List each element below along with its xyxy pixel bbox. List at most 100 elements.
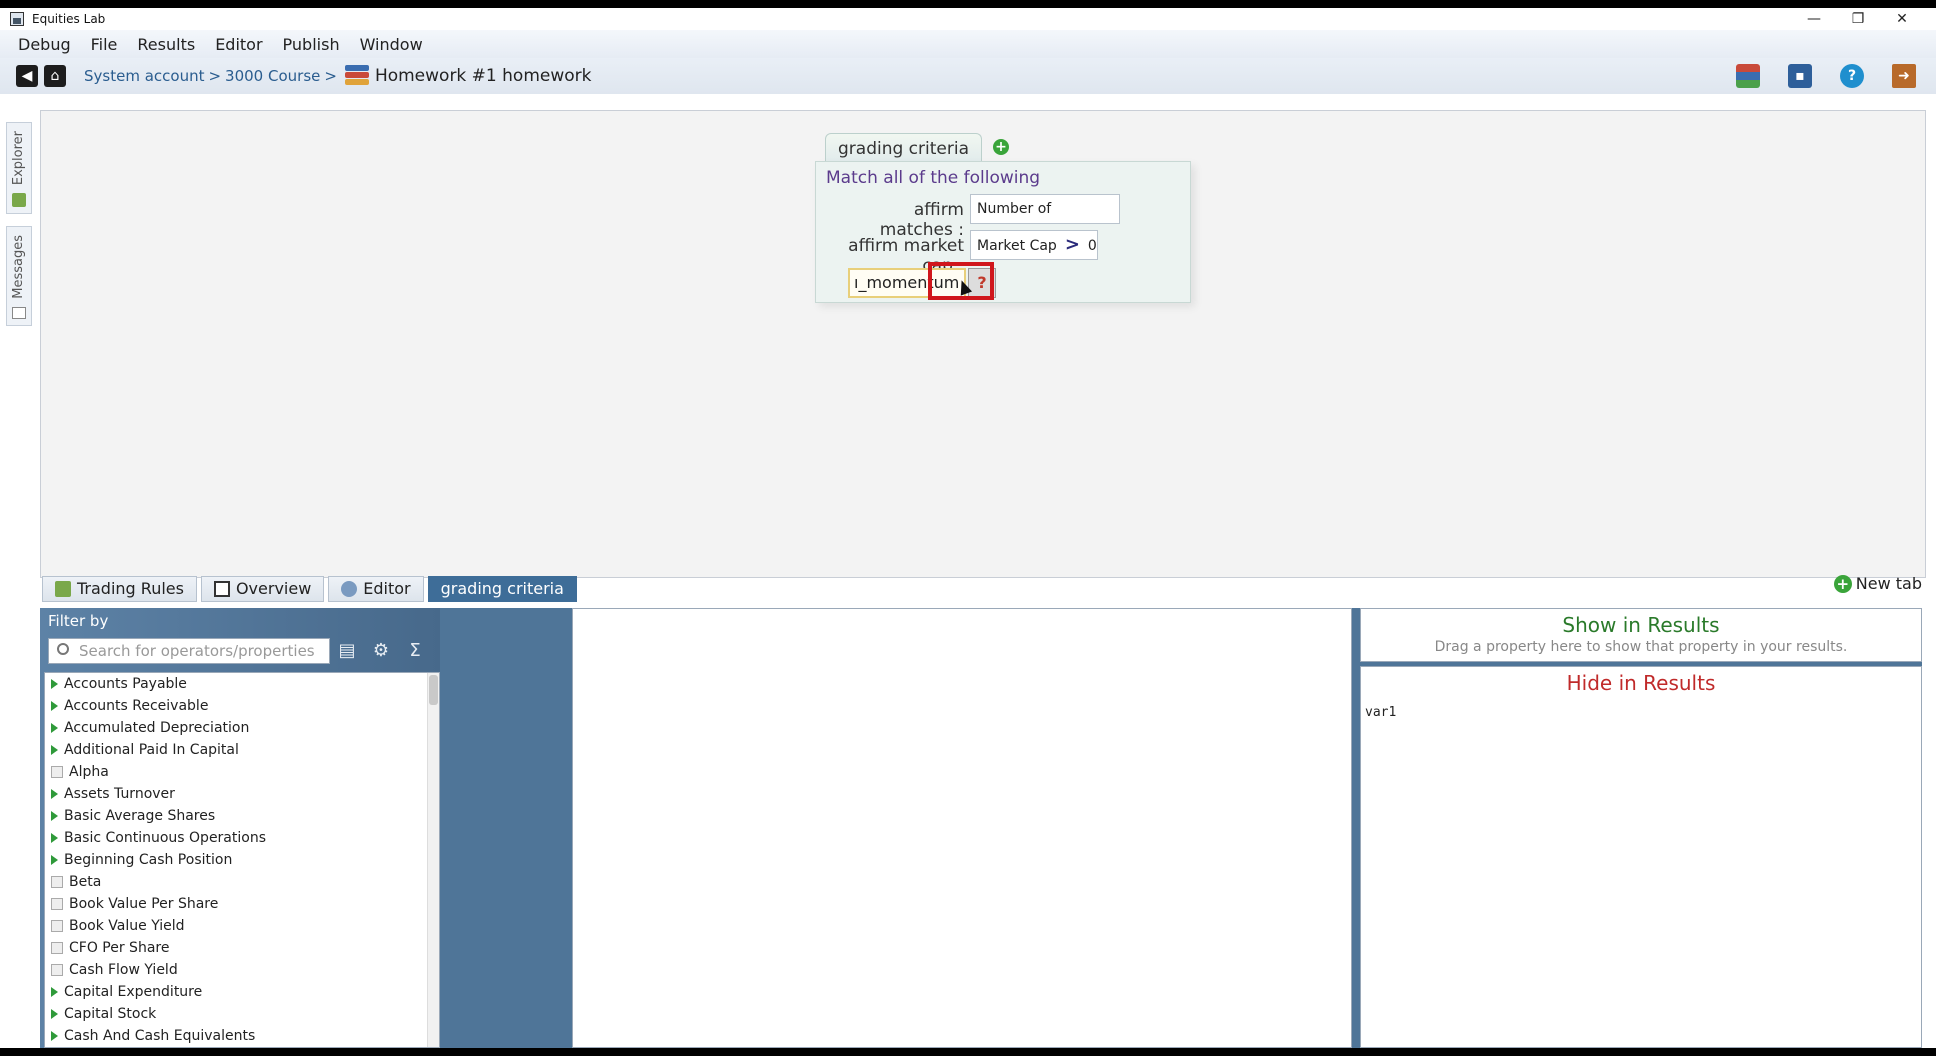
app-window: Equities Lab — ❐ ✕ Debug File Results Ed… (0, 8, 1936, 1048)
back-icon[interactable]: ◀ (16, 65, 38, 87)
menu-editor[interactable]: Editor (215, 35, 262, 54)
side-tabs: Explorer Messages (6, 122, 32, 338)
tab-trading-rules[interactable]: Trading Rules (42, 576, 197, 602)
tab-editor[interactable]: Editor (328, 576, 424, 602)
list-item[interactable]: Accounts Receivable (45, 695, 439, 717)
search-icon (57, 643, 69, 655)
save-icon[interactable]: ▪ (1788, 64, 1812, 88)
condition-matches[interactable]: Number of Matches>5 (970, 194, 1120, 247)
menu-publish[interactable]: Publish (283, 35, 340, 54)
list-item[interactable]: Alpha (45, 761, 439, 783)
list-scrollbar[interactable] (427, 673, 439, 1047)
exit-icon[interactable]: ➜ (1892, 64, 1916, 88)
results-drop-area[interactable] (572, 608, 1352, 1048)
tab-label: grading criteria (440, 579, 564, 598)
breadcrumb-separator: > (324, 67, 337, 85)
minimize-button[interactable]: — (1792, 8, 1836, 30)
list-item-label: Capital Stock (64, 1006, 157, 1022)
explorer-icon (12, 193, 26, 208)
app-icon (10, 12, 24, 26)
list-item[interactable]: Basic Average Shares (45, 805, 439, 827)
filter-title: Filter by (48, 612, 109, 630)
new-tab-label: New tab (1855, 574, 1922, 593)
list-item-label: Accounts Payable (64, 676, 187, 692)
list-item[interactable]: Assets Turnover (45, 783, 439, 805)
list-item[interactable]: Basic Continuous Operations (45, 827, 439, 849)
expand-arrow-icon (51, 833, 58, 843)
home-icon[interactable]: ⌂ (44, 65, 66, 87)
add-tab-icon: + (1833, 574, 1852, 593)
title-bar: Equities Lab — ❐ ✕ (0, 8, 1936, 30)
list-item-label: Alpha (69, 764, 109, 780)
list-item[interactable]: Book Value Yield (45, 915, 439, 937)
menu-bar: Debug File Results Editor Publish Window (0, 30, 1936, 58)
menu-window[interactable]: Window (360, 35, 423, 54)
list-item-label: Beginning Cash Position (64, 852, 233, 868)
expand-arrow-icon (51, 701, 58, 711)
list-item[interactable]: Capital Expenditure (45, 981, 439, 1003)
library-icon[interactable] (1736, 64, 1760, 88)
property-icon (51, 766, 63, 778)
tab-label: Editor (363, 579, 411, 598)
list-item[interactable]: Cash And Cash Equivalents (45, 1025, 439, 1047)
hidden-property[interactable]: var1 (1365, 705, 1921, 720)
list-item[interactable]: Capital Stock (45, 1003, 439, 1025)
sigma-icon[interactable]: Σ (404, 640, 426, 662)
list-item[interactable]: Additional Paid In Capital (45, 739, 439, 761)
expand-arrow-icon (51, 1031, 58, 1041)
expand-arrow-icon (51, 789, 58, 799)
tab-grading-criteria[interactable]: grading criteria (427, 576, 577, 602)
scrollbar-thumb[interactable] (429, 675, 438, 705)
condition-market-cap[interactable]: Market Cap >0 (970, 230, 1098, 260)
search-input[interactable]: Search for operators/properties (48, 638, 330, 664)
list-item-label: Accounts Receivable (64, 698, 209, 714)
operator-greater: > (1064, 234, 1080, 255)
criteria-tab-label[interactable]: grading criteria (825, 133, 982, 161)
books-icon (344, 65, 369, 87)
hide-in-results-panel[interactable]: Hide in Results var1 (1360, 666, 1922, 1048)
new-tab-button[interactable]: + New tab (1833, 574, 1922, 593)
menu-results[interactable]: Results (137, 35, 195, 54)
help-icon[interactable]: ? (1840, 64, 1864, 88)
close-button[interactable]: ✕ (1880, 8, 1924, 30)
criteria-canvas[interactable]: grading criteria + Match all of the foll… (40, 110, 1926, 578)
hide-in-results-title: Hide in Results (1566, 671, 1716, 695)
breadcrumb-course[interactable]: 3000 Course (225, 67, 320, 85)
list-item[interactable]: Beta (45, 871, 439, 893)
messages-tab[interactable]: Messages (6, 226, 32, 326)
list-item[interactable]: Beginning Cash Position (45, 849, 439, 871)
property-icon (51, 964, 63, 976)
menu-debug[interactable]: Debug (18, 35, 71, 54)
condition-value: 0 (1087, 238, 1097, 254)
explorer-tab[interactable]: Explorer (6, 122, 32, 215)
property-list-items: Accounts Payable Accounts Receivable Accum… (45, 673, 439, 1047)
gear-icon[interactable]: ⚙ (370, 640, 392, 662)
list-view-icon[interactable]: ▤ (336, 640, 358, 662)
filter-panel: Filter by Search for operators/propertie… (40, 608, 440, 1048)
add-icon[interactable]: + (993, 139, 1009, 155)
property-list[interactable]: Accounts Payable Accounts Receivable Accum… (44, 672, 440, 1048)
restore-button[interactable]: ❐ (1836, 8, 1880, 30)
list-item[interactable]: Cash Flow Yield (45, 959, 439, 981)
list-item-label: Assets Turnover (64, 786, 175, 802)
list-item-label: CFO Per Share (69, 940, 170, 956)
tab-overview[interactable]: Overview (200, 576, 325, 602)
list-item[interactable]: Accumulated Depreciation (45, 717, 439, 739)
rule-label-matches: affirm matches : (879, 200, 964, 240)
list-item[interactable]: Accounts Payable (45, 673, 439, 695)
trading-rules-icon (55, 581, 71, 597)
bottom-panel: Filter by Search for operators/propertie… (40, 608, 1922, 1048)
match-all-label[interactable]: Match all of the following (826, 168, 1040, 188)
breadcrumb-system-account[interactable]: System account (84, 67, 204, 85)
menu-file[interactable]: File (91, 35, 118, 54)
messages-tab-label: Messages (11, 235, 26, 299)
list-item-label: Accumulated Depreciation (64, 720, 250, 736)
show-in-results-panel[interactable]: Show in Results Drag a property here to … (1360, 608, 1922, 662)
list-item[interactable]: Book Value Per Share (45, 893, 439, 915)
breadcrumb-separator: > (208, 67, 222, 85)
overview-icon (213, 581, 230, 597)
list-item[interactable]: CFO Per Share (45, 937, 439, 959)
list-item-label: Cash And Cash Equivalents (64, 1028, 256, 1044)
grading-criteria-card: grading criteria + Match all of the foll… (793, 133, 1191, 313)
property-icon (51, 920, 63, 932)
